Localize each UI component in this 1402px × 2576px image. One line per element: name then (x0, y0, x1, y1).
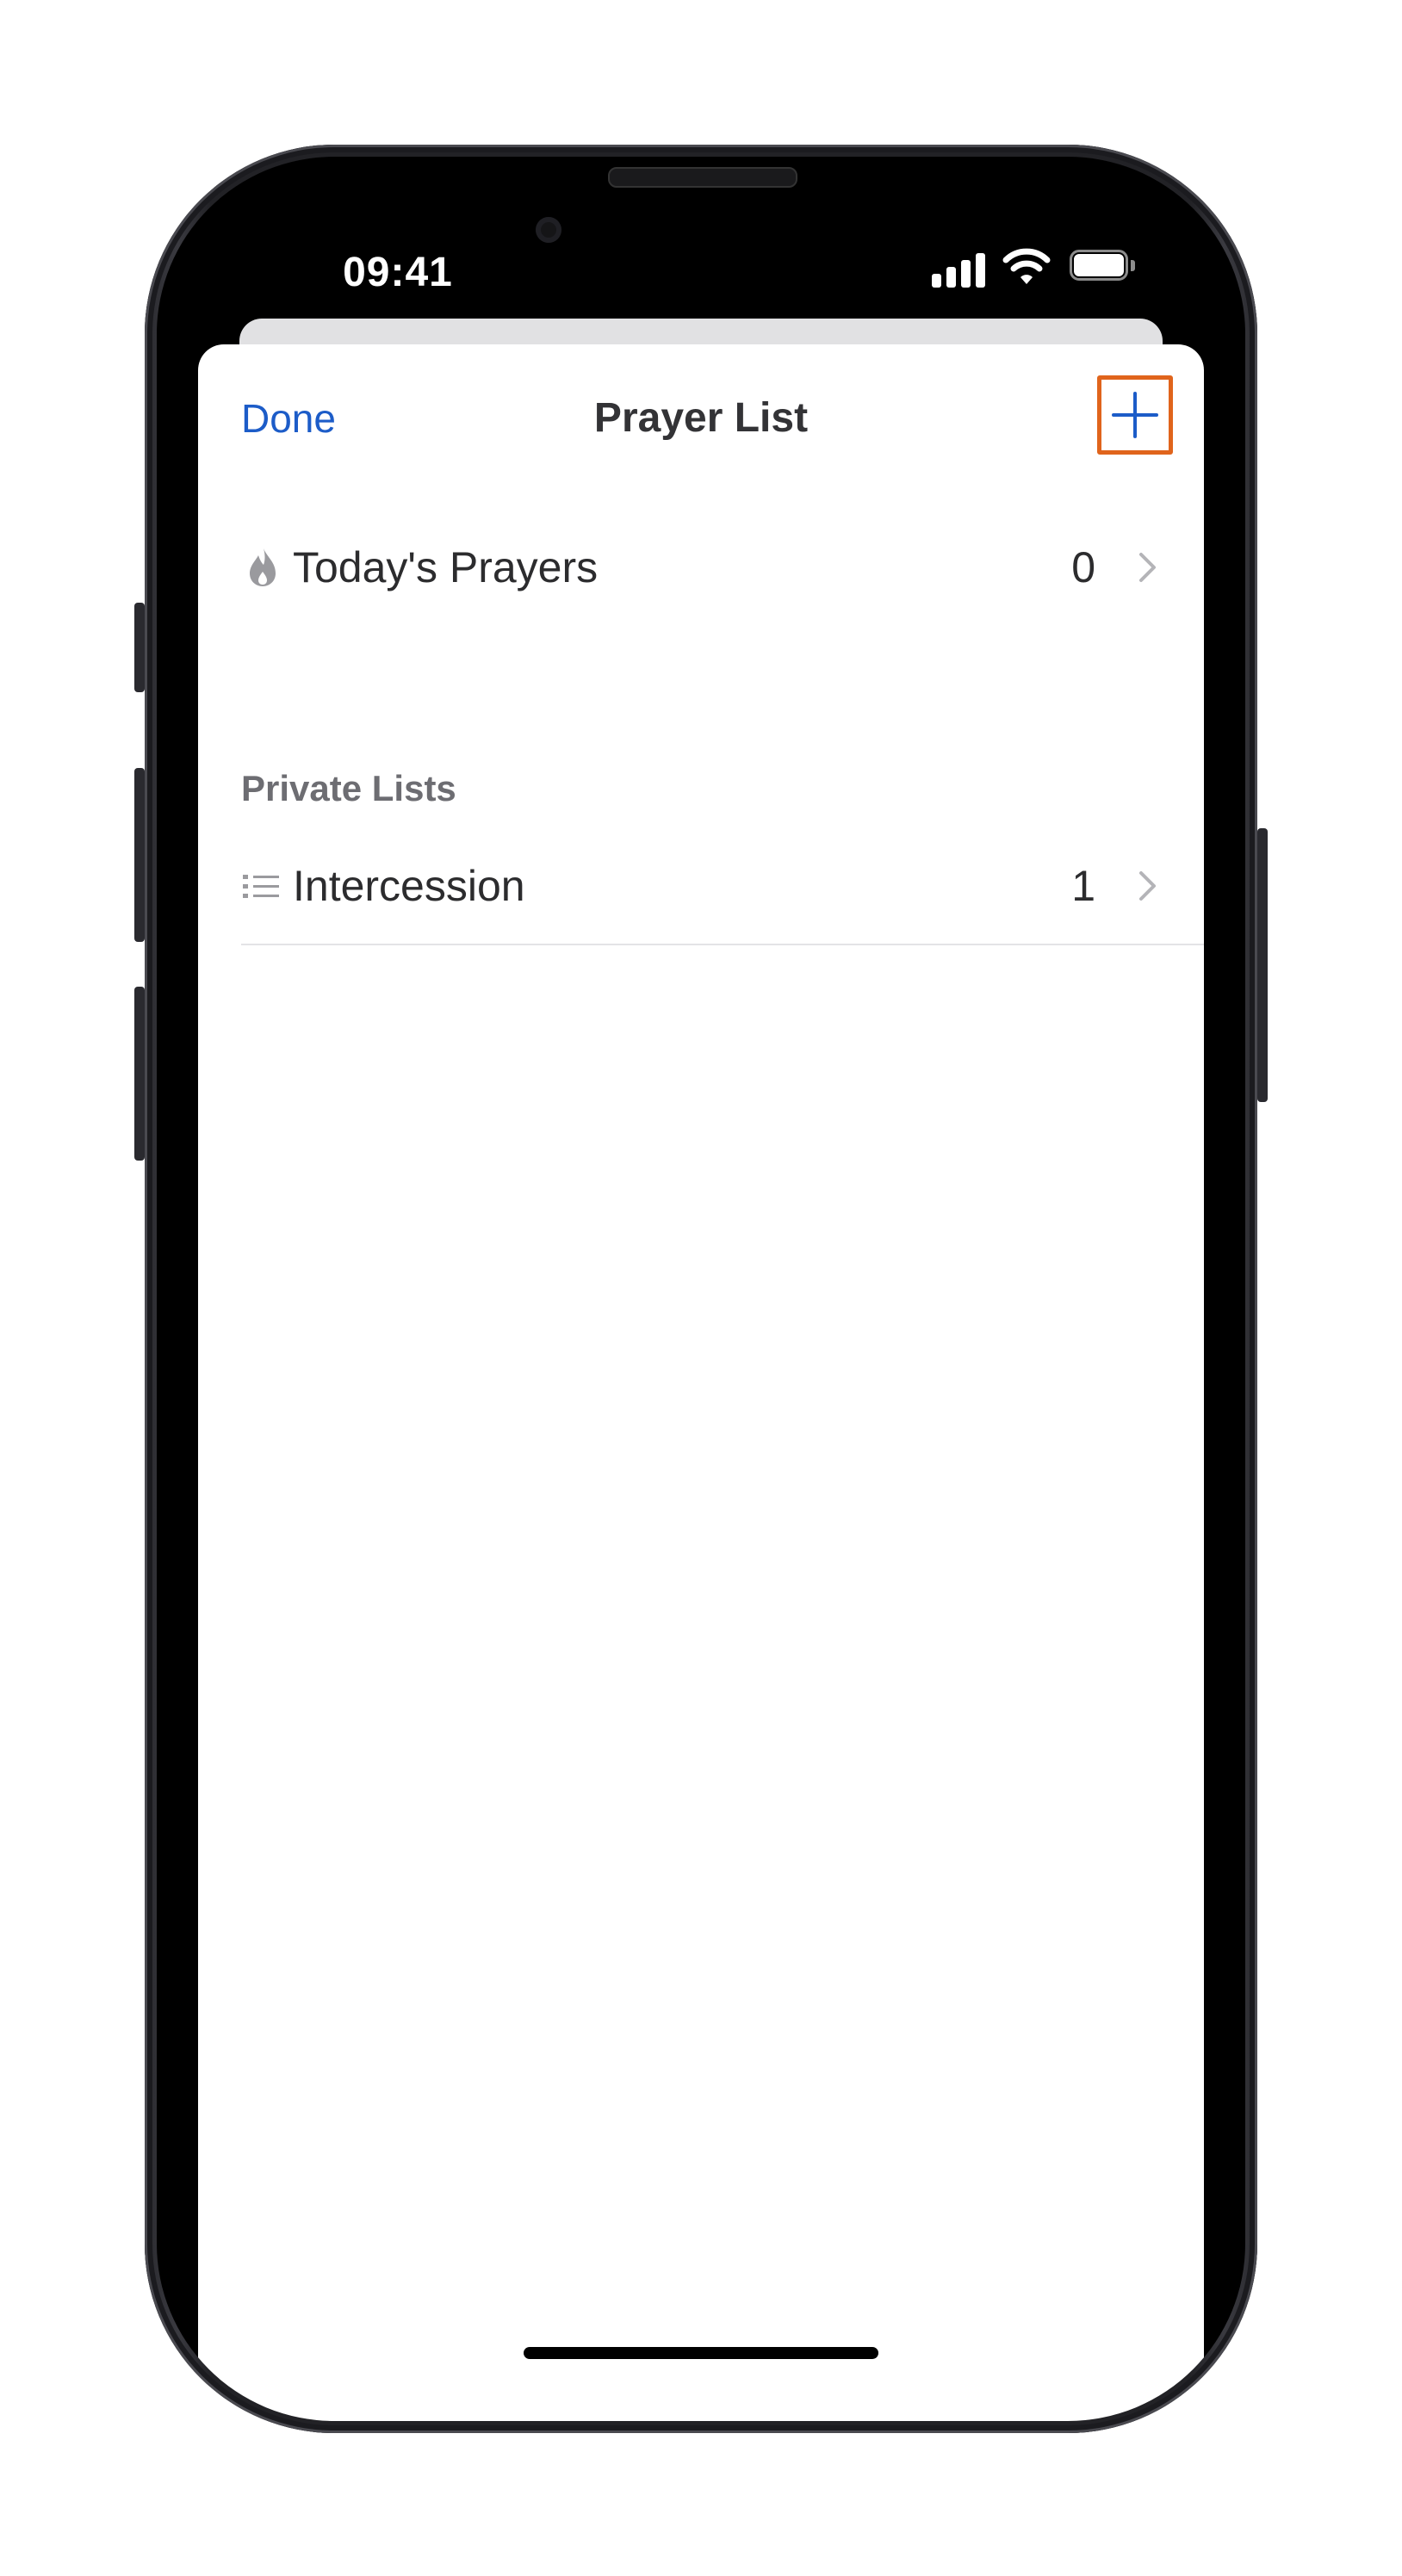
phone-screen: 09:41 Done Prayer List Today's Prayers 0… (157, 157, 1245, 2421)
list-item-count: 0 (1071, 543, 1095, 591)
battery-tip (1131, 260, 1135, 271)
plus-icon (1112, 392, 1158, 438)
add-list-button[interactable] (1097, 375, 1173, 455)
page-title: Prayer List (593, 395, 809, 441)
power-button (1257, 828, 1268, 1102)
status-time: 09:41 (343, 250, 453, 295)
wifi-icon (1002, 248, 1051, 284)
list-icon (243, 875, 279, 898)
list-item-label: Today's Prayers (293, 543, 599, 591)
battery-icon (1070, 250, 1138, 284)
list-item-intercession[interactable]: Intercession 1 (198, 839, 1204, 933)
volume-up-button (134, 768, 145, 942)
chevron-right-icon (1139, 871, 1156, 901)
list-item-todays-prayers[interactable]: Today's Prayers 0 (198, 520, 1204, 615)
row-divider (241, 944, 1204, 945)
prayer-list-sheet: Done Prayer List Today's Prayers 0 Priva… (198, 344, 1204, 2421)
list-item-label: Intercession (293, 862, 525, 910)
section-header-private-lists: Private Lists (241, 768, 456, 808)
flame-icon (250, 548, 276, 586)
silent-switch (134, 603, 145, 692)
list-item-count: 1 (1071, 862, 1095, 910)
battery-level (1074, 254, 1124, 276)
speaker-grille (608, 167, 797, 188)
front-camera (536, 217, 561, 243)
volume-down-button (134, 987, 145, 1161)
chevron-right-icon (1139, 553, 1156, 582)
home-indicator[interactable] (524, 2347, 878, 2359)
done-button[interactable]: Done (241, 387, 336, 449)
cellular-signal-icon (932, 250, 987, 288)
